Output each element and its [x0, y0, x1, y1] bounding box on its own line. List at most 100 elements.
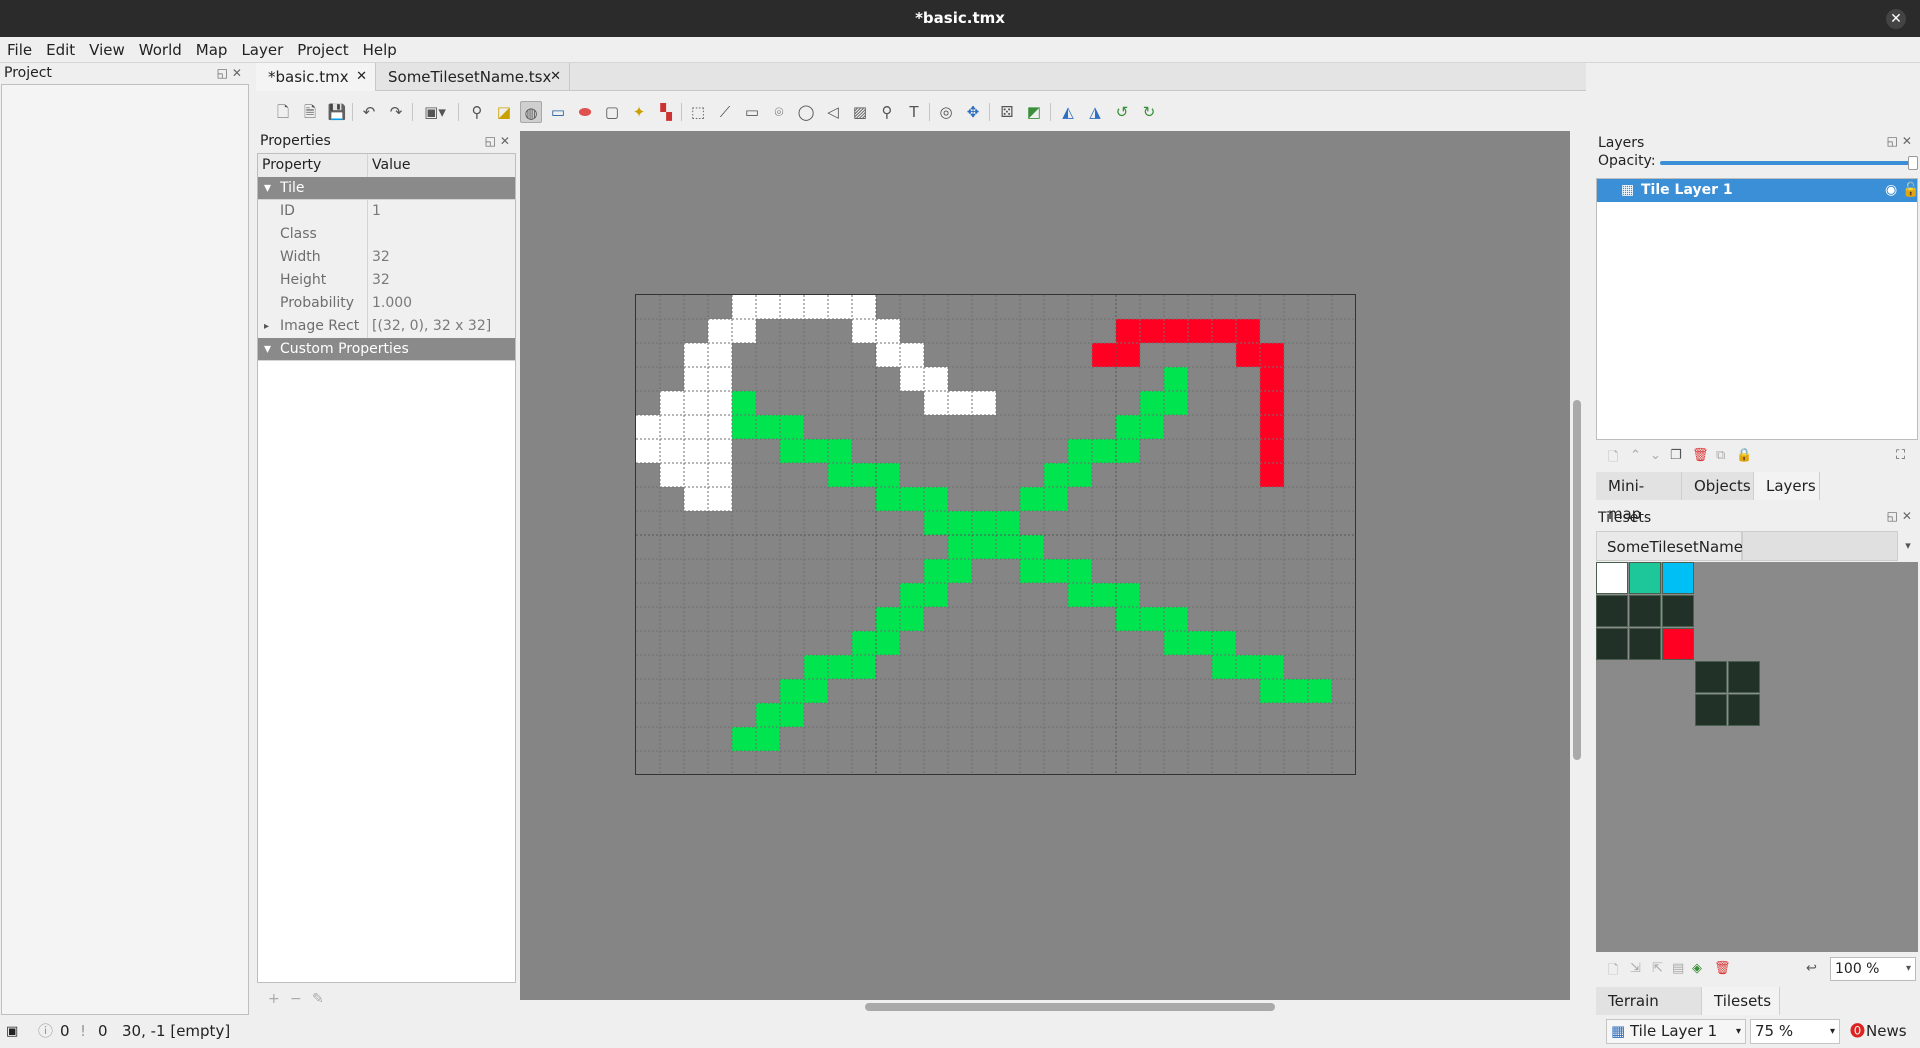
tab-tileset-tsx[interactable]: SomeTilesetName.tsx ✕	[376, 63, 570, 91]
green-tile[interactable]	[876, 607, 900, 631]
rotate-right-icon[interactable]: ↻	[1138, 101, 1160, 123]
property-row[interactable]: Probability 1.000	[258, 292, 515, 315]
white-tile[interactable]	[660, 439, 684, 463]
insert-polygon-icon[interactable]: ◁	[822, 101, 844, 123]
tileset-tile[interactable]	[1695, 694, 1727, 726]
green-tile[interactable]	[1020, 487, 1044, 511]
dock-float-close-icon[interactable]: ◱✕	[1887, 131, 1916, 151]
dock-float-close-icon[interactable]: ◱✕	[485, 131, 514, 151]
property-value[interactable]	[368, 223, 515, 246]
insert-point-icon[interactable]: ⌾	[768, 101, 790, 123]
new-layer-icon[interactable]: 🗋	[1608, 448, 1618, 470]
white-tile[interactable]	[684, 439, 708, 463]
green-tile[interactable]	[1164, 631, 1188, 655]
green-tile[interactable]	[1068, 559, 1092, 583]
red-tile[interactable]	[1116, 343, 1140, 367]
map-zoom-select[interactable]: 75 % ▾	[1750, 1019, 1840, 1044]
save-icon[interactable]: 💾	[326, 101, 348, 123]
green-tile[interactable]	[1212, 655, 1236, 679]
green-tile[interactable]	[780, 679, 804, 703]
red-tile[interactable]	[1260, 391, 1284, 415]
white-tile[interactable]	[684, 367, 708, 391]
flip-vertical-icon[interactable]: ◮	[1084, 101, 1106, 123]
green-tile[interactable]	[900, 487, 924, 511]
white-tile[interactable]	[732, 295, 756, 319]
property-row[interactable]: ID 1	[258, 200, 515, 223]
white-tile[interactable]	[708, 415, 732, 439]
green-tile[interactable]	[1116, 607, 1140, 631]
group-custom-properties[interactable]: ▾ Custom Properties	[258, 338, 515, 361]
white-tile[interactable]	[780, 295, 804, 319]
add-property-icon[interactable]: +	[268, 991, 280, 1007]
green-tile[interactable]	[1116, 415, 1140, 439]
lock-icon[interactable]: 🔓	[1902, 179, 1919, 202]
property-row[interactable]: ▸ Image Rect [(32, 0), 32 x 32]	[258, 315, 515, 338]
green-tile[interactable]	[756, 727, 780, 751]
layer-options-icon[interactable]: ⛶	[1896, 448, 1905, 463]
horizontal-scroll-thumb[interactable]	[865, 1003, 1275, 1011]
vertical-scroll-thumb[interactable]	[1573, 400, 1581, 760]
white-tile[interactable]	[684, 391, 708, 415]
menu-file[interactable]: File	[0, 37, 39, 63]
tileset-tile[interactable]	[1629, 562, 1661, 594]
rotate-left-icon[interactable]: ↺	[1111, 101, 1133, 123]
white-tile[interactable]	[900, 367, 924, 391]
insert-ellipse-icon[interactable]: ◯	[795, 101, 817, 123]
white-tile[interactable]	[660, 463, 684, 487]
red-tile[interactable]	[1092, 343, 1116, 367]
white-tile[interactable]	[636, 415, 660, 439]
insert-image-icon[interactable]: ▨	[849, 101, 871, 123]
green-tile[interactable]	[900, 583, 924, 607]
tab-tilesets[interactable]: Tilesets	[1702, 987, 1780, 1015]
window-close-icon[interactable]: ✕	[1886, 9, 1906, 29]
tileset-tile[interactable]	[1629, 628, 1661, 660]
tileset-view[interactable]	[1596, 562, 1918, 952]
white-tile[interactable]	[708, 487, 732, 511]
expand-icon[interactable]: ▸	[264, 315, 269, 338]
property-row[interactable]: Class	[258, 223, 515, 246]
export-tileset-icon[interactable]: ⇱	[1652, 961, 1663, 976]
tileset-tile[interactable]	[1662, 562, 1694, 594]
opacity-slider[interactable]	[1660, 161, 1912, 165]
red-tile[interactable]	[1260, 367, 1284, 391]
error-icon[interactable]: ⓘ	[38, 1015, 53, 1048]
green-tile[interactable]	[828, 439, 852, 463]
tab-objects[interactable]: Objects	[1682, 472, 1754, 500]
duplicate-layer-icon[interactable]: ❐	[1670, 448, 1682, 463]
opacity-slider-handle[interactable]	[1908, 156, 1918, 170]
tileset-tile[interactable]	[1728, 661, 1760, 693]
white-tile[interactable]	[828, 295, 852, 319]
white-tile[interactable]	[804, 295, 828, 319]
green-tile[interactable]	[1164, 367, 1188, 391]
white-tile[interactable]	[876, 319, 900, 343]
menu-edit[interactable]: Edit	[39, 37, 82, 63]
tileset-tile[interactable]	[1695, 661, 1727, 693]
green-tile[interactable]	[1044, 559, 1068, 583]
white-tile[interactable]	[708, 367, 732, 391]
close-tab-icon[interactable]: ✕	[550, 63, 561, 91]
green-tile[interactable]	[972, 511, 996, 535]
dock-float-close-icon[interactable]: ◱✕	[217, 63, 246, 83]
white-tile[interactable]	[708, 319, 732, 343]
green-tile[interactable]	[1044, 463, 1068, 487]
green-tile[interactable]	[1308, 679, 1332, 703]
tileset-tile[interactable]	[1596, 628, 1628, 660]
white-tile[interactable]	[924, 367, 948, 391]
white-tile[interactable]	[636, 439, 660, 463]
green-tile[interactable]	[1068, 583, 1092, 607]
wang-fill-icon[interactable]: ◩	[1023, 101, 1045, 123]
delete-layer-icon[interactable]: 🗑	[1692, 448, 1709, 463]
green-tile[interactable]	[852, 655, 876, 679]
white-tile[interactable]	[852, 295, 876, 319]
green-tile[interactable]	[1284, 679, 1308, 703]
green-tile[interactable]	[732, 391, 756, 415]
green-tile[interactable]	[876, 463, 900, 487]
news-link[interactable]: News	[1866, 1015, 1907, 1048]
menu-project[interactable]: Project	[290, 37, 355, 63]
undo-icon[interactable]: ↶	[358, 101, 380, 123]
layers-list[interactable]	[1596, 178, 1918, 440]
tileset-tile[interactable]	[1728, 694, 1760, 726]
red-tile[interactable]	[1164, 319, 1188, 343]
green-tile[interactable]	[1260, 655, 1284, 679]
green-tile[interactable]	[876, 631, 900, 655]
